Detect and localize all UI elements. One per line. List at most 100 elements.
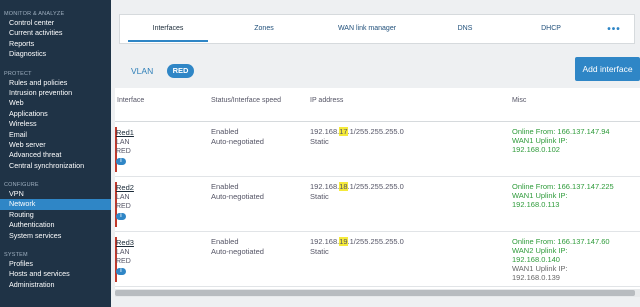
- table-row[interactable]: Red1 LAN RED i Enabled Auto-negotiated 1…: [115, 122, 640, 177]
- interface-zone: LAN: [116, 249, 130, 256]
- misc-line: 192.168.0.102: [512, 145, 560, 154]
- info-icon[interactable]: i: [116, 213, 126, 220]
- misc-line: 192.168.0.113: [512, 200, 560, 209]
- ip-address: 192.168.19.1/255.255.255.0 Static: [310, 237, 404, 257]
- scrollbar-thumb[interactable]: [115, 290, 635, 296]
- sidebar-section-title: MONITOR & ANALYZE: [4, 11, 65, 17]
- ip-prefix: 192.168.: [310, 182, 340, 191]
- interface-type: RED: [116, 258, 131, 265]
- misc-info: Online From: 166.137.147.225 WAN1 Uplink…: [512, 182, 614, 209]
- misc-line: Online From: 166.137.147.94: [512, 127, 610, 136]
- misc-line: WAN1 Uplink IP:: [512, 264, 568, 273]
- sidebar-item-email[interactable]: Email: [0, 130, 111, 140]
- interface-zone: LAN: [116, 194, 130, 201]
- interface-name-link[interactable]: Red1: [116, 128, 134, 137]
- ip-address: 192.168.18.1/255.255.255.0 Static: [310, 182, 404, 202]
- sidebar-section-configure: CONFIGURE VPN Network Routing Authentica…: [0, 171, 111, 241]
- header-ip-address: IP address: [310, 97, 344, 104]
- sidebar-item-routing[interactable]: Routing: [0, 210, 111, 220]
- sidebar-item-control-center[interactable]: Control center: [0, 18, 111, 28]
- tab-wan-link-manager[interactable]: WAN link manager: [312, 14, 422, 44]
- sidebar-item-advanced-threat[interactable]: Advanced threat: [0, 150, 111, 160]
- interface-type: RED: [116, 203, 131, 210]
- ip-type: Static: [310, 137, 329, 146]
- interface-zone: LAN: [116, 139, 130, 146]
- subtab-red[interactable]: RED: [167, 64, 194, 78]
- misc-line: 192.168.0.140: [512, 255, 560, 264]
- ip-type: Static: [310, 247, 329, 256]
- ip-value: 192.168.18.1/255.255.255.0: [310, 182, 404, 192]
- status-text: Enabled: [211, 182, 239, 191]
- speed-text: Auto-negotiated: [211, 137, 264, 146]
- more-tabs-icon[interactable]: •••: [594, 24, 634, 35]
- sidebar-item-network[interactable]: Network: [0, 199, 111, 210]
- misc-line: WAN1 Uplink IP:: [512, 136, 568, 145]
- sidebar-item-authentication[interactable]: Authentication: [0, 220, 111, 230]
- header-interface: Interface: [117, 97, 145, 104]
- sidebar-item-web-server[interactable]: Web server: [0, 140, 111, 150]
- speed-text: Auto-negotiated: [211, 192, 264, 201]
- sidebar-item-diagnostics[interactable]: Diagnostics: [0, 49, 111, 59]
- sidebar-section-protect: PROTECT Rules and policies Intrusion pre…: [0, 60, 111, 172]
- sidebar-section-title: SYSTEM: [4, 252, 28, 259]
- interface-status: Enabled Auto-negotiated: [211, 182, 264, 202]
- sidebar-item-profiles[interactable]: Profiles: [0, 259, 111, 269]
- sidebar-item-reports[interactable]: Reports: [0, 39, 111, 49]
- tab-dns[interactable]: DNS: [422, 14, 508, 44]
- ip-prefix: 192.168.: [310, 237, 340, 246]
- sidebar-item-wireless[interactable]: Wireless: [0, 119, 111, 129]
- sidebar-item-current-activities[interactable]: Current activities: [0, 28, 111, 38]
- sidebar-item-web[interactable]: Web: [0, 98, 111, 108]
- tab-zones[interactable]: Zones: [216, 14, 312, 44]
- sidebar-item-vpn[interactable]: VPN: [0, 189, 111, 199]
- misc-line: WAN1 Uplink IP:: [512, 191, 568, 200]
- header-misc: Misc: [512, 97, 527, 104]
- sidebar-item-administration[interactable]: Administration: [0, 280, 111, 290]
- ip-suffix: .1/255.255.255.0: [347, 237, 404, 246]
- info-icon[interactable]: i: [116, 158, 126, 165]
- sidebar-item-central-synchronization[interactable]: Central synchronization: [0, 161, 111, 171]
- ip-suffix: .1/255.255.255.0: [347, 127, 404, 136]
- ip-highlight: 17: [339, 127, 348, 136]
- misc-info: Online From: 166.137.147.60 WAN2 Uplink …: [512, 237, 610, 282]
- tab-bar: Interfaces Zones WAN link manager DNS DH…: [119, 14, 635, 44]
- misc-line: WAN2 Uplink IP:: [512, 246, 568, 255]
- sidebar-item-hosts-and-services[interactable]: Hosts and services: [0, 269, 111, 279]
- ip-suffix: .1/255.255.255.0: [347, 182, 404, 191]
- sidebar-item-rules-and-policies[interactable]: Rules and policies: [0, 78, 111, 88]
- status-text: Enabled: [211, 237, 239, 246]
- sidebar-item-intrusion-prevention[interactable]: Intrusion prevention: [0, 88, 111, 98]
- sidebar-section-title: CONFIGURE: [4, 182, 39, 189]
- table-row[interactable]: Red2 LAN RED i Enabled Auto-negotiated 1…: [115, 177, 640, 232]
- tab-interfaces[interactable]: Interfaces: [120, 14, 216, 44]
- interface-name-link[interactable]: Red3: [116, 238, 134, 247]
- misc-line: Online From: 166.137.147.60: [512, 237, 610, 246]
- misc-info: Online From: 166.137.147.94 WAN1 Uplink …: [512, 127, 610, 154]
- status-text: Enabled: [211, 127, 239, 136]
- ip-highlight: 19: [339, 237, 348, 246]
- sidebar: MONITOR & ANALYZE Control center Current…: [0, 0, 111, 307]
- sidebar-section-system: SYSTEM Profiles Hosts and services Admin…: [0, 241, 111, 290]
- sidebar-item-applications[interactable]: Applications: [0, 109, 111, 119]
- interface-status: Enabled Auto-negotiated: [211, 127, 264, 147]
- tab-dhcp[interactable]: DHCP: [508, 14, 594, 44]
- sidebar-section-title: PROTECT: [4, 70, 32, 77]
- speed-text: Auto-negotiated: [211, 247, 264, 256]
- sidebar-section-monitor: MONITOR & ANALYZE Control center Current…: [0, 0, 111, 60]
- ip-value: 192.168.19.1/255.255.255.0: [310, 237, 404, 247]
- main-content: Interfaces Zones WAN link manager DNS DH…: [111, 0, 640, 307]
- info-icon[interactable]: i: [116, 268, 126, 275]
- ip-highlight: 18: [339, 182, 348, 191]
- ip-type: Static: [310, 192, 329, 201]
- table-header: Interface Status/Interface speed IP addr…: [115, 88, 640, 122]
- ip-address: 192.168.17.1/255.255.255.0 Static: [310, 127, 404, 147]
- add-interface-button[interactable]: Add interface: [575, 57, 640, 81]
- interface-name-link[interactable]: Red2: [116, 183, 134, 192]
- table-row[interactable]: Red3 LAN RED i Enabled Auto-negotiated 1…: [115, 232, 640, 287]
- misc-line: Online From: 166.137.147.225: [512, 182, 614, 191]
- horizontal-scrollbar[interactable]: [115, 289, 640, 297]
- sidebar-item-system-services[interactable]: System services: [0, 231, 111, 241]
- subtab-vlan[interactable]: VLAN: [131, 66, 153, 76]
- interfaces-table: Interface Status/Interface speed IP addr…: [115, 88, 640, 293]
- misc-line: 192.168.0.139: [512, 273, 560, 282]
